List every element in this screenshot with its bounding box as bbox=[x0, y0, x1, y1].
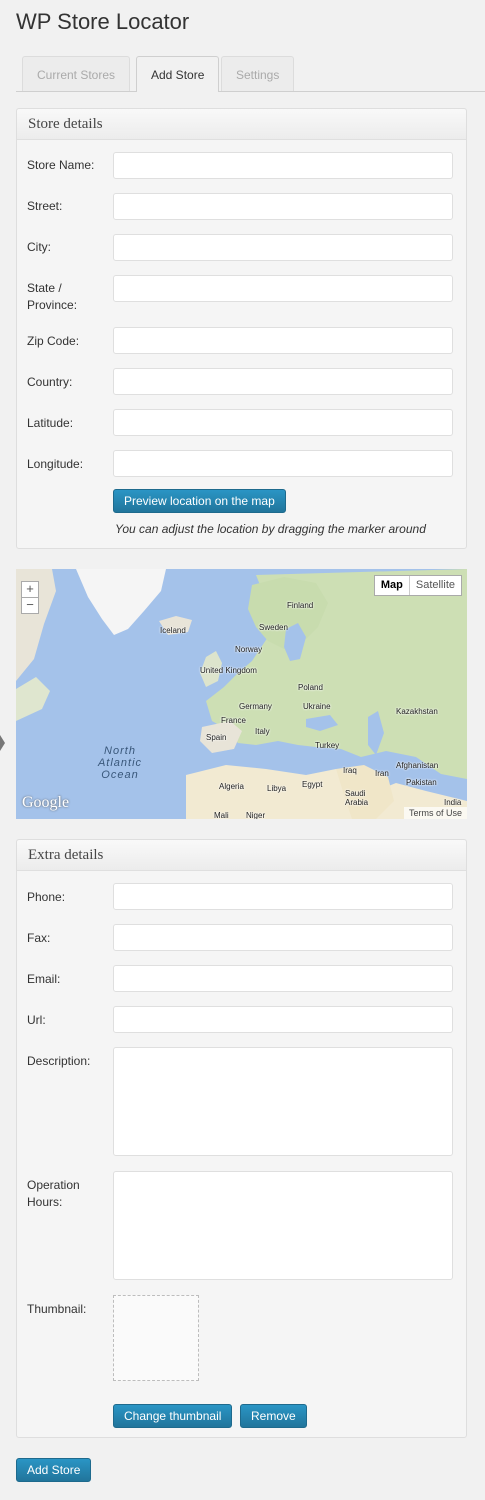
map-type-map-button[interactable]: Map bbox=[375, 576, 410, 595]
tab-current-stores[interactable]: Current Stores bbox=[22, 56, 131, 91]
map-label-united-kingdom: United Kingdom bbox=[200, 666, 257, 675]
operation-hours-label: Operation Hours: bbox=[27, 1178, 80, 1209]
map-label-iraq: Iraq bbox=[343, 766, 357, 775]
tab-add-store[interactable]: Add Store bbox=[136, 56, 220, 92]
map-label-turkey: Turkey bbox=[315, 741, 340, 750]
store-name-label: Store Name: bbox=[27, 158, 95, 172]
map-label-germany: Germany bbox=[239, 702, 272, 711]
city-label: City: bbox=[27, 240, 51, 254]
nav-tabs: Current Stores Add Store Settings bbox=[16, 56, 485, 92]
map-label-finland: Finland bbox=[287, 601, 314, 610]
add-store-submit-button[interactable]: Add Store bbox=[16, 1458, 92, 1482]
url-label: Url: bbox=[27, 1013, 46, 1027]
email-label: Email: bbox=[27, 972, 61, 986]
fax-input[interactable] bbox=[113, 924, 453, 951]
map-label-saudi-arabia: Saudi Arabia bbox=[345, 789, 369, 807]
map-label-ukraine: Ukraine bbox=[303, 702, 331, 711]
collapse-arrow-icon[interactable] bbox=[0, 735, 5, 751]
latitude-input[interactable] bbox=[113, 409, 453, 436]
map-type-control: Map Satellite bbox=[373, 575, 462, 596]
zip-code-input[interactable] bbox=[113, 327, 453, 354]
country-input[interactable] bbox=[113, 368, 453, 395]
map-label-italy: Italy bbox=[255, 727, 270, 736]
state-input[interactable] bbox=[113, 275, 453, 302]
map-label-algeria: Algeria bbox=[219, 782, 244, 791]
tab-settings[interactable]: Settings bbox=[221, 56, 295, 91]
map-type-satellite-button[interactable]: Satellite bbox=[410, 576, 461, 595]
map-label-sweden: Sweden bbox=[259, 623, 288, 632]
extra-details-box: Extra details Phone: Fax: Email: Url: De… bbox=[16, 839, 467, 1438]
description-label: Description: bbox=[27, 1054, 91, 1068]
map-label-libya: Libya bbox=[267, 784, 287, 793]
country-label: Country: bbox=[27, 375, 73, 389]
map-label-kazakhstan: Kazakhstan bbox=[396, 707, 438, 716]
map-label-afghanistan: Afghanistan bbox=[396, 761, 439, 770]
google-logo: Google bbox=[22, 794, 70, 811]
store-details-box: Store details Store Name: Street: City: … bbox=[16, 108, 467, 549]
map-label-india: India bbox=[444, 798, 462, 807]
change-thumbnail-button[interactable]: Change thumbnail bbox=[113, 1404, 233, 1428]
latitude-label: Latitude: bbox=[27, 416, 74, 430]
map-label-iceland: Iceland bbox=[160, 626, 186, 635]
longitude-label: Longitude: bbox=[27, 457, 84, 471]
url-input[interactable] bbox=[113, 1006, 453, 1033]
fax-label: Fax: bbox=[27, 931, 51, 945]
map-label-niger: Niger bbox=[246, 811, 266, 819]
map-label-spain: Spain bbox=[206, 733, 227, 742]
preview-location-button[interactable]: Preview location on the map bbox=[113, 489, 286, 513]
map-label-france: France bbox=[221, 716, 246, 725]
extra-details-heading: Extra details bbox=[17, 840, 466, 871]
longitude-input[interactable] bbox=[113, 450, 453, 477]
map-label-north-atlantic-ocean: North Atlantic Ocean bbox=[97, 745, 143, 781]
store-name-input[interactable] bbox=[113, 152, 453, 179]
zoom-out-button[interactable]: − bbox=[21, 597, 39, 614]
map-label-pakistan: Pakistan bbox=[406, 778, 437, 787]
thumbnail-preview[interactable] bbox=[113, 1295, 199, 1381]
map-label-poland: Poland bbox=[298, 683, 323, 692]
map-label-mali: Mali bbox=[214, 811, 229, 819]
street-label: Street: bbox=[27, 199, 63, 213]
city-input[interactable] bbox=[113, 234, 453, 261]
street-input[interactable] bbox=[113, 193, 453, 220]
map-label-egypt: Egypt bbox=[302, 780, 323, 789]
thumbnail-label: Thumbnail: bbox=[27, 1302, 87, 1316]
email-input[interactable] bbox=[113, 965, 453, 992]
drag-marker-hint: You can adjust the location by dragging … bbox=[115, 522, 426, 536]
phone-label: Phone: bbox=[27, 890, 66, 904]
description-textarea[interactable] bbox=[113, 1047, 453, 1156]
map-label-iran: Iran bbox=[375, 769, 389, 778]
state-label: State / Province: bbox=[27, 281, 78, 312]
map-canvas[interactable]: Finland Iceland Sweden Norway United Kin… bbox=[16, 569, 467, 819]
phone-input[interactable] bbox=[113, 883, 453, 910]
operation-hours-textarea[interactable] bbox=[113, 1171, 453, 1280]
page-title: WP Store Locator bbox=[16, 9, 190, 34]
store-details-heading: Store details bbox=[17, 109, 466, 140]
zoom-in-button[interactable]: + bbox=[21, 581, 39, 598]
map-label-norway: Norway bbox=[235, 645, 263, 654]
terms-of-use-link[interactable]: Terms of Use bbox=[403, 807, 467, 819]
remove-thumbnail-button[interactable]: Remove bbox=[240, 1404, 307, 1428]
zip-code-label: Zip Code: bbox=[27, 334, 80, 348]
